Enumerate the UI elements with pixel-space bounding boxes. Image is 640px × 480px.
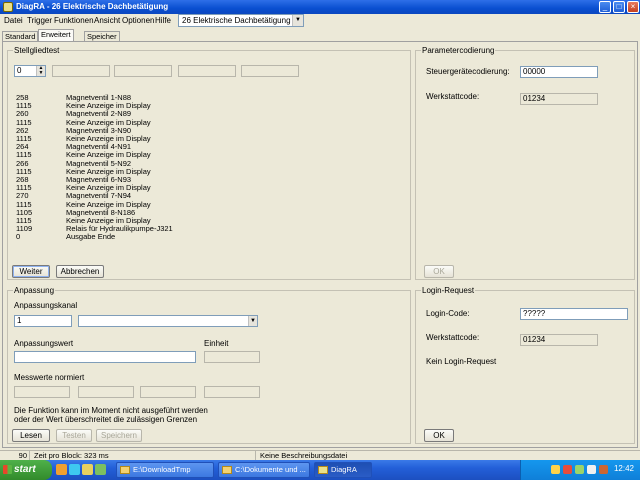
clock: 12:42 [613, 464, 634, 473]
login-code-field[interactable]: ????? [520, 308, 628, 320]
weiter-button[interactable]: Weiter [12, 265, 50, 278]
folder-icon [120, 466, 130, 474]
system-tray: 12:42 [520, 460, 640, 480]
login-werkstattcode-field: 01234 [520, 334, 598, 346]
minimize-button[interactable]: _ [599, 1, 611, 13]
login-request-legend: Login-Request [421, 286, 476, 295]
messwert-field-3 [140, 386, 196, 398]
close-button[interactable]: × [627, 1, 639, 13]
stellgliedtest-list: 258 Magnetventil 1-N88 1115 Keine Anzeige i… [16, 93, 406, 243]
testen-button[interactable]: Testen [56, 429, 92, 442]
spinner-value: 0 [17, 66, 22, 75]
stellgliedtest-value-1 [52, 65, 110, 77]
firefox-icon[interactable] [56, 464, 67, 475]
messwert-field-2 [78, 386, 134, 398]
abbrechen-button[interactable]: Abbrechen [56, 265, 104, 278]
parametercodierung-legend: Parametercodierung [421, 46, 496, 55]
menu-optionen[interactable]: Optionen [122, 16, 154, 25]
list-item-description: Ausgabe Ende [66, 232, 116, 242]
spinner-arrows-icon[interactable]: ▲ ▼ [36, 66, 45, 76]
steuergeraet-field[interactable]: 00000 [520, 66, 598, 78]
menu-trigger[interactable]: Trigger [27, 16, 52, 25]
messwert-field-1 [14, 386, 70, 398]
volume-icon[interactable] [587, 465, 596, 474]
tab-erweitert[interactable]: Erweitert [38, 29, 74, 41]
folder-icon [222, 466, 232, 474]
chevron-down-icon[interactable]: ▼ [292, 15, 303, 26]
login-code-label: Login-Code: [426, 309, 470, 318]
lesen-button[interactable]: Lesen [12, 429, 50, 442]
diagra-icon [318, 466, 328, 474]
task-diagra[interactable]: DiagRA [314, 462, 372, 478]
windows-logo-icon [3, 465, 12, 474]
menu-bar: Datei Trigger Funktionen Ansicht Optione… [0, 14, 640, 28]
login-request-group: Login-Request Login-Code: ????? Werkstat… [415, 286, 635, 444]
anpassungskanal-label: Anpassungskanal [14, 301, 78, 310]
app-icon [3, 2, 13, 12]
tray-icon-5[interactable] [599, 465, 608, 474]
tab-speicher[interactable]: Speicher [84, 31, 120, 41]
stellgliedtest-value-2 [114, 65, 172, 77]
stellgliedtest-value-3 [178, 65, 236, 77]
menu-funktionen[interactable]: Funktionen [54, 16, 94, 25]
anpassung-info-line2: oder der Wert überschreitet die zulässig… [14, 415, 198, 424]
tray-icon-1[interactable] [551, 465, 560, 474]
list-item-code: 0 [16, 232, 21, 242]
task-label: DiagRA [331, 465, 357, 474]
tray-icon-3[interactable] [575, 465, 584, 474]
tab-standard[interactable]: Standard [2, 31, 39, 41]
task-downloadtmp[interactable]: E:\DownloadTmp [116, 462, 214, 478]
einheit-label: Einheit [204, 339, 229, 348]
stellgliedtest-legend: Stellgliedtest [13, 46, 61, 55]
anpassungskanal-select[interactable]: ▼ [78, 315, 258, 327]
stellgliedtest-spinner[interactable]: 0 ▲ ▼ [14, 65, 46, 77]
speichern-button[interactable]: Speichern [96, 429, 142, 442]
parameter-ok-button[interactable]: OK [424, 265, 454, 278]
chevron-down-icon[interactable]: ▼ [248, 316, 257, 326]
werkstattcode-field: 01234 [520, 93, 598, 105]
window-title: DiagRA - 26 Elektrische Dachbetätigung [16, 2, 169, 11]
internet-explorer-icon[interactable] [69, 464, 80, 475]
parametercodierung-group: Parametercodierung Steuergerätecodierung… [415, 46, 635, 280]
maximize-button[interactable]: □ [613, 1, 625, 13]
login-werkstattcode-label: Werkstattcode: [426, 333, 480, 342]
anpassungswert-field[interactable] [14, 351, 196, 363]
anpassung-legend: Anpassung [13, 286, 56, 295]
anpassungskanal-field[interactable]: 1 [14, 315, 72, 327]
messwerte-label: Messwerte normiert [14, 373, 85, 382]
start-label: start [14, 464, 36, 475]
anpassungswert-label: Anpassungswert [14, 339, 74, 348]
tab-content: Stellgliedtest 0 ▲ ▼ 258 Magnetventil 1-N8… [2, 41, 638, 448]
module-select[interactable]: 26 Elektrische Dachbetätigung ▼ [178, 14, 304, 27]
tray-icon-2[interactable] [563, 465, 572, 474]
taskbar: start E:\DownloadTmp C:\Dokumente und ..… [0, 460, 640, 480]
quicklaunch-app-icon[interactable] [95, 464, 106, 475]
task-dokumente[interactable]: C:\Dokumente und ... [218, 462, 310, 478]
stellgliedtest-value-4 [241, 65, 299, 77]
steuergeraet-label: Steuergerätecodierung: [426, 67, 510, 76]
menu-datei[interactable]: Datei [4, 16, 23, 25]
werkstattcode-label: Werkstattcode: [426, 92, 480, 101]
login-status: Kein Login-Request [426, 357, 497, 366]
stellgliedtest-group: Stellgliedtest 0 ▲ ▼ 258 Magnetventil 1-N8… [7, 46, 411, 280]
anpassung-group: Anpassung Anpassungskanal 1 ▼ Anpassungs… [7, 286, 411, 444]
menu-hilfe[interactable]: Hilfe [155, 16, 171, 25]
start-button[interactable]: start [0, 460, 52, 480]
messwert-field-4 [204, 386, 260, 398]
status-bar: 90 Zeit pro Block: 323 ms Keine Beschrei… [0, 450, 640, 461]
folder-icon[interactable] [82, 464, 93, 475]
task-label: C:\Dokumente und ... [235, 465, 306, 474]
einheit-field [204, 351, 260, 363]
login-ok-button[interactable]: OK [424, 429, 454, 442]
anpassung-info-line1: Die Funktion kann im Moment nicht ausgef… [14, 406, 208, 415]
title-bar: DiagRA - 26 Elektrische Dachbetätigung _… [0, 0, 640, 14]
menu-ansicht[interactable]: Ansicht [94, 16, 120, 25]
module-select-value: 26 Elektrische Dachbetätigung [182, 16, 291, 25]
task-label: E:\DownloadTmp [133, 465, 191, 474]
